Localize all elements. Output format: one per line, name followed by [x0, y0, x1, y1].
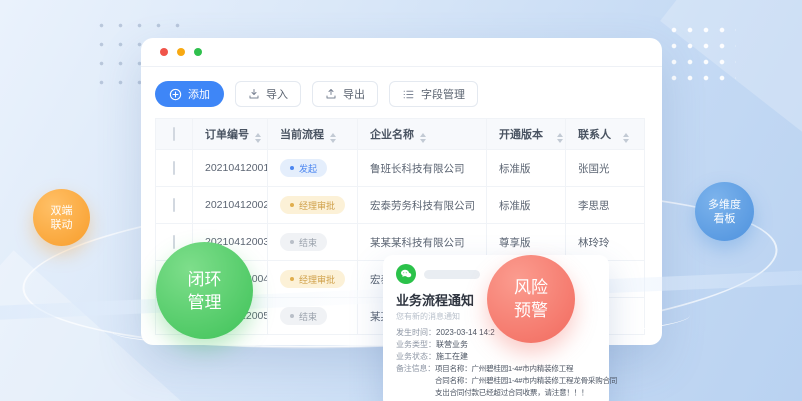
table-row: 20210412002 经理审批 宏泰劳务科技有限公司 标准版 李思思 — [156, 187, 645, 224]
process-cell: 结束 — [268, 224, 358, 261]
row-select-cell — [156, 187, 193, 224]
list-icon — [402, 88, 415, 101]
feature-badge-dual-link: 双端联动 — [33, 189, 90, 246]
order-no-cell: 20210412002 — [193, 187, 268, 224]
process-cell: 经理审批 — [268, 187, 358, 224]
row-select-cell — [156, 150, 193, 187]
export-button[interactable]: 导出 — [312, 81, 378, 107]
contact-cell: 张国光 — [566, 150, 645, 187]
order-no-cell: 20210412001 — [193, 150, 268, 187]
feature-badge-risk-alert: 风险预警 — [487, 255, 575, 343]
company-cell: 鲁班长科技有限公司 — [358, 150, 487, 187]
sort-icon[interactable] — [255, 133, 261, 143]
column-header-contact[interactable]: 联系人 — [566, 119, 645, 150]
contact-cell: 李思思 — [566, 187, 645, 224]
marketing-illustration: 添加 导入 导出 字段管理 — [0, 0, 802, 401]
remark-lines: 项目名称：广州碧桂园1-4#市内精装修工程 合同名称：广州碧桂园1-4#市内精装… — [435, 363, 617, 399]
status-dot-icon — [290, 240, 294, 244]
field-row: 业务状态：施工在建 — [396, 351, 596, 363]
column-header-company[interactable]: 企业名称 — [358, 119, 487, 150]
minimize-button[interactable] — [177, 48, 185, 56]
version-cell: 标准版 — [487, 150, 566, 187]
remark-row: 备注信息： 项目名称：广州碧桂园1-4#市内精装修工程 合同名称：广州碧桂园1-… — [396, 363, 596, 399]
import-button[interactable]: 导入 — [235, 81, 301, 107]
download-icon — [248, 88, 260, 100]
status-dot-icon — [290, 166, 294, 170]
select-all-cell — [156, 119, 193, 150]
add-button[interactable]: 添加 — [155, 81, 224, 107]
table-row: 20210412001 发起 鲁班长科技有限公司 标准版 张国光 — [156, 150, 645, 187]
row-checkbox[interactable] — [173, 198, 175, 212]
column-header-order-no[interactable]: 订单编号 — [193, 119, 268, 150]
maximize-button[interactable] — [194, 48, 202, 56]
sort-icon[interactable] — [420, 133, 426, 143]
status-dot-icon — [290, 277, 294, 281]
company-cell: 宏泰劳务科技有限公司 — [358, 187, 487, 224]
feature-badge-closed-loop: 闭环管理 — [156, 242, 253, 339]
status-badge: 经理审批 — [280, 196, 345, 214]
row-checkbox[interactable] — [173, 235, 175, 249]
status-badge: 结束 — [280, 233, 327, 251]
column-header-version[interactable]: 开通版本 — [487, 119, 566, 150]
row-checkbox[interactable] — [173, 161, 175, 175]
process-cell: 发起 — [268, 150, 358, 187]
wechat-chat-icon — [396, 264, 416, 284]
close-button[interactable] — [160, 48, 168, 56]
upload-icon — [325, 88, 337, 100]
field-management-button-label: 字段管理 — [421, 86, 465, 102]
status-badge: 经理审批 — [280, 270, 345, 288]
dots-pattern — [666, 22, 736, 86]
table-header-row: 订单编号 当前流程 企业名称 开通版本 联系人 — [156, 119, 645, 150]
window-titlebar — [141, 38, 662, 67]
feature-badge-multidim-board: 多维度看板 — [695, 182, 754, 241]
column-header-process[interactable]: 当前流程 — [268, 119, 358, 150]
placeholder-bar — [424, 270, 480, 279]
toolbar: 添加 导入 导出 字段管理 — [141, 67, 662, 107]
export-button-label: 导出 — [343, 86, 365, 102]
version-cell: 标准版 — [487, 187, 566, 224]
status-badge: 发起 — [280, 159, 327, 177]
status-dot-icon — [290, 203, 294, 207]
import-button-label: 导入 — [266, 86, 288, 102]
plus-circle-icon — [169, 88, 182, 101]
add-button-label: 添加 — [188, 86, 210, 102]
sort-icon[interactable] — [623, 133, 629, 143]
field-management-button[interactable]: 字段管理 — [389, 81, 478, 107]
select-all-checkbox[interactable] — [173, 127, 175, 141]
notification-fields: 发生时间：2023-03-14 14:2 业务类型：联营业务 业务状态：施工在建… — [396, 327, 596, 399]
sort-icon[interactable] — [557, 133, 563, 143]
sort-icon[interactable] — [330, 133, 336, 143]
field-row: 业务类型：联营业务 — [396, 339, 596, 351]
field-row: 发生时间：2023-03-14 14:2 — [396, 327, 596, 339]
